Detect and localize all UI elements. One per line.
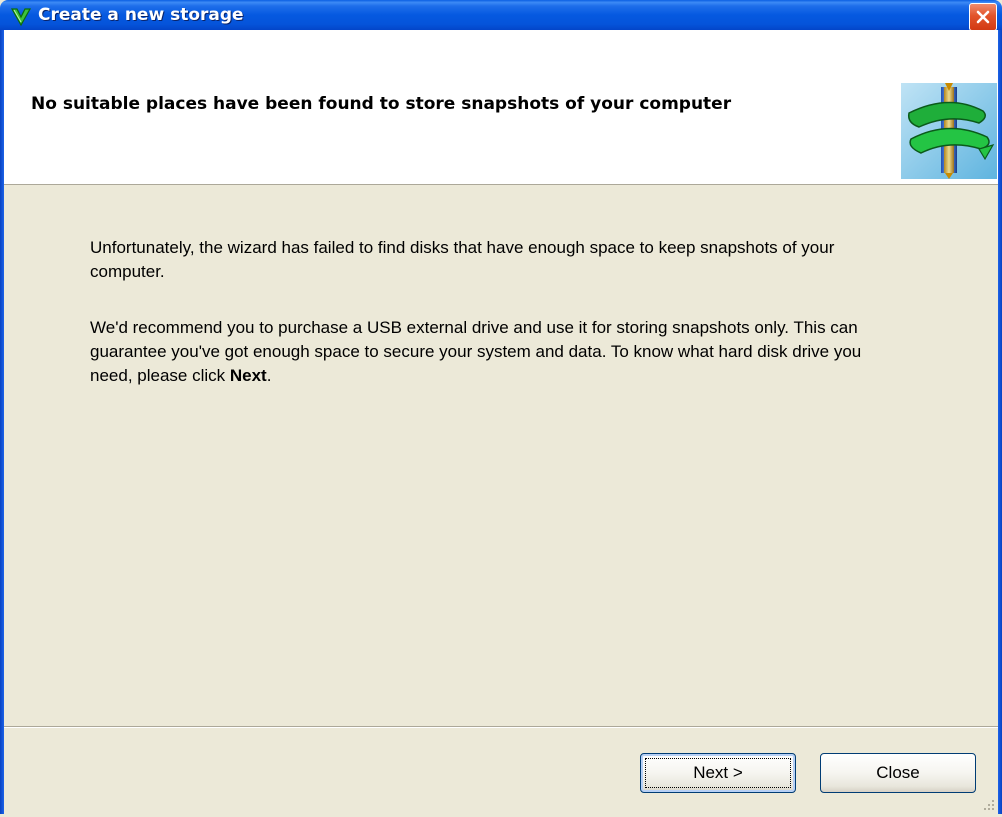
green-check-shield-icon — [10, 5, 32, 27]
window-title: Create a new storage — [38, 5, 244, 25]
next-button[interactable]: Next > — [640, 753, 796, 793]
message-paragraph-1: Unfortunately, the wizard has failed to … — [90, 238, 835, 281]
wizard-window: Create a new storage No suitable places … — [0, 0, 1002, 814]
next-button-label: Next > — [693, 763, 743, 782]
message-paragraph-2: We'd recommend you to purchase a USB ext… — [90, 316, 870, 388]
resize-grip-icon[interactable] — [980, 796, 996, 812]
title-bar[interactable]: Create a new storage — [0, 0, 1002, 31]
message-paragraph-2-text: We'd recommend you to purchase a USB ext… — [90, 318, 862, 385]
storage-spiral-icon — [901, 83, 997, 179]
next-emphasis: Next — [229, 366, 267, 385]
wizard-body: Unfortunately, the wizard has failed to … — [4, 186, 998, 726]
message-paragraph-2-end: . — [266, 366, 272, 385]
wizard-header: No suitable places have been found to st… — [4, 30, 998, 185]
page-title: No suitable places have been found to st… — [31, 94, 732, 114]
close-icon — [976, 10, 990, 24]
close-button-label: Close — [876, 763, 920, 782]
close-window-button[interactable] — [969, 3, 997, 31]
window-frame-right — [998, 30, 1002, 814]
footer-divider-highlight — [4, 727, 998, 728]
close-button[interactable]: Close — [820, 753, 976, 793]
